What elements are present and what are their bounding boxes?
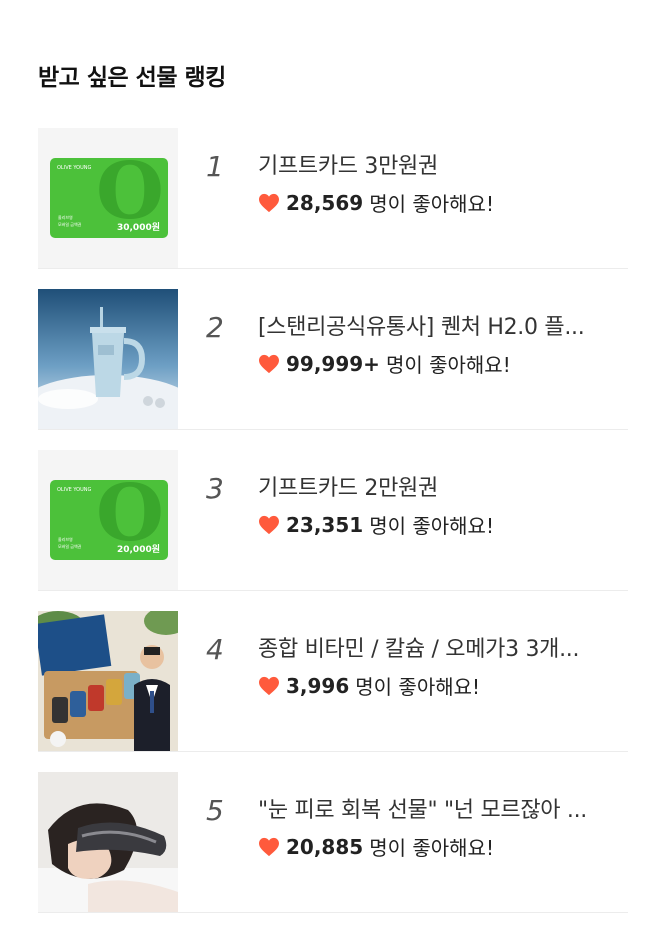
like-info: 20,885 명이 좋아해요! — [258, 832, 494, 861]
product-thumbnail[interactable] — [38, 289, 178, 429]
product-name[interactable]: 기프트카드 3만원권 — [258, 148, 618, 180]
like-count: 28,569 — [286, 190, 364, 215]
like-suffix: 명이 좋아해요! — [355, 675, 481, 699]
product-name[interactable]: 종합 비타민 / 칼슘 / 오메가3 3개... — [258, 631, 618, 663]
gift-card-brand: OLIVE YOUNG — [57, 487, 92, 493]
like-count: 23,351 — [286, 512, 364, 537]
ranking-item-1[interactable]: O OLIVE YOUNG 올리브영 모바일 금액권 30,000원 1 기프트카… — [38, 128, 628, 269]
gift-card-amount: 30,000원 — [116, 223, 160, 233]
gift-card-sub2: 모바일 금액권 — [58, 544, 82, 549]
gift-card-amount: 20,000원 — [116, 545, 160, 555]
heart-icon — [259, 354, 279, 373]
heart-icon — [259, 193, 279, 212]
like-info: 23,351 명이 좋아해요! — [258, 510, 494, 539]
product-name[interactable]: "눈 피로 회복 선물" "넌 모르잖아 ... — [258, 792, 618, 824]
product-thumbnail[interactable]: O OLIVE YOUNG 올리브영 모바일 금액권 30,000원 — [38, 128, 178, 268]
like-suffix: 명이 좋아해요! — [369, 192, 494, 216]
ranking-item-5[interactable]: 5 "눈 피로 회복 선물" "넌 모르잖아 ... 20,885 명이 좋아해… — [38, 772, 628, 913]
heart-icon — [259, 837, 279, 856]
gift-card-image: O OLIVE YOUNG 올리브영 모바일 금액권 20,000원 — [50, 480, 168, 560]
gift-card-brand: OLIVE YOUNG — [57, 165, 92, 171]
heart-icon — [259, 515, 279, 534]
product-thumbnail[interactable] — [38, 611, 178, 751]
product-thumbnail[interactable]: O OLIVE YOUNG 올리브영 모바일 금액권 20,000원 — [38, 450, 178, 590]
product-name[interactable]: [스탠리공식유통사] 퀜처 H2.0 플... — [258, 309, 618, 341]
like-suffix: 명이 좋아해요! — [369, 514, 494, 538]
ranking-item-3[interactable]: O OLIVE YOUNG 올리브영 모바일 금액권 20,000원 3 기프트카… — [38, 450, 628, 591]
gift-card-sub1: 올리브영 — [58, 215, 73, 220]
rank-number: 1 — [206, 150, 224, 183]
product-thumbnail[interactable] — [38, 772, 178, 912]
like-info: 3,996 명이 좋아해요! — [258, 671, 480, 700]
like-info: 99,999+ 명이 좋아해요! — [258, 349, 511, 378]
ranking-item-2[interactable]: 2 [스탠리공식유통사] 퀜처 H2.0 플... 99,999+ 명이 좋아해… — [38, 289, 628, 430]
ranking-item-4[interactable]: 4 종합 비타민 / 칼슘 / 오메가3 3개... 3,996 명이 좋아해요… — [38, 611, 628, 752]
like-count: 99,999+ — [286, 351, 380, 376]
tumbler-image — [38, 289, 178, 429]
like-count: 20,885 — [286, 834, 364, 859]
eye-massager-image — [38, 772, 178, 912]
rank-number: 3 — [206, 472, 224, 505]
ranking-list: O OLIVE YOUNG 올리브영 모바일 금액권 30,000원 1 기프트카… — [38, 128, 628, 913]
vitamins-image — [38, 611, 178, 751]
gift-card-sub2: 모바일 금액권 — [58, 222, 82, 227]
section-title: 받고 싶은 선물 랭킹 — [38, 65, 226, 91]
like-suffix: 명이 좋아해요! — [369, 836, 494, 860]
like-count: 3,996 — [286, 673, 350, 698]
rank-number: 4 — [206, 633, 224, 666]
gift-card-image: O OLIVE YOUNG 올리브영 모바일 금액권 30,000원 — [50, 158, 168, 238]
gift-card-sub1: 올리브영 — [58, 537, 73, 542]
like-info: 28,569 명이 좋아해요! — [258, 188, 494, 217]
rank-number: 2 — [206, 311, 224, 344]
heart-icon — [259, 676, 279, 695]
like-suffix: 명이 좋아해요! — [385, 353, 511, 377]
product-name[interactable]: 기프트카드 2만원권 — [258, 470, 618, 502]
rank-number: 5 — [206, 794, 224, 827]
